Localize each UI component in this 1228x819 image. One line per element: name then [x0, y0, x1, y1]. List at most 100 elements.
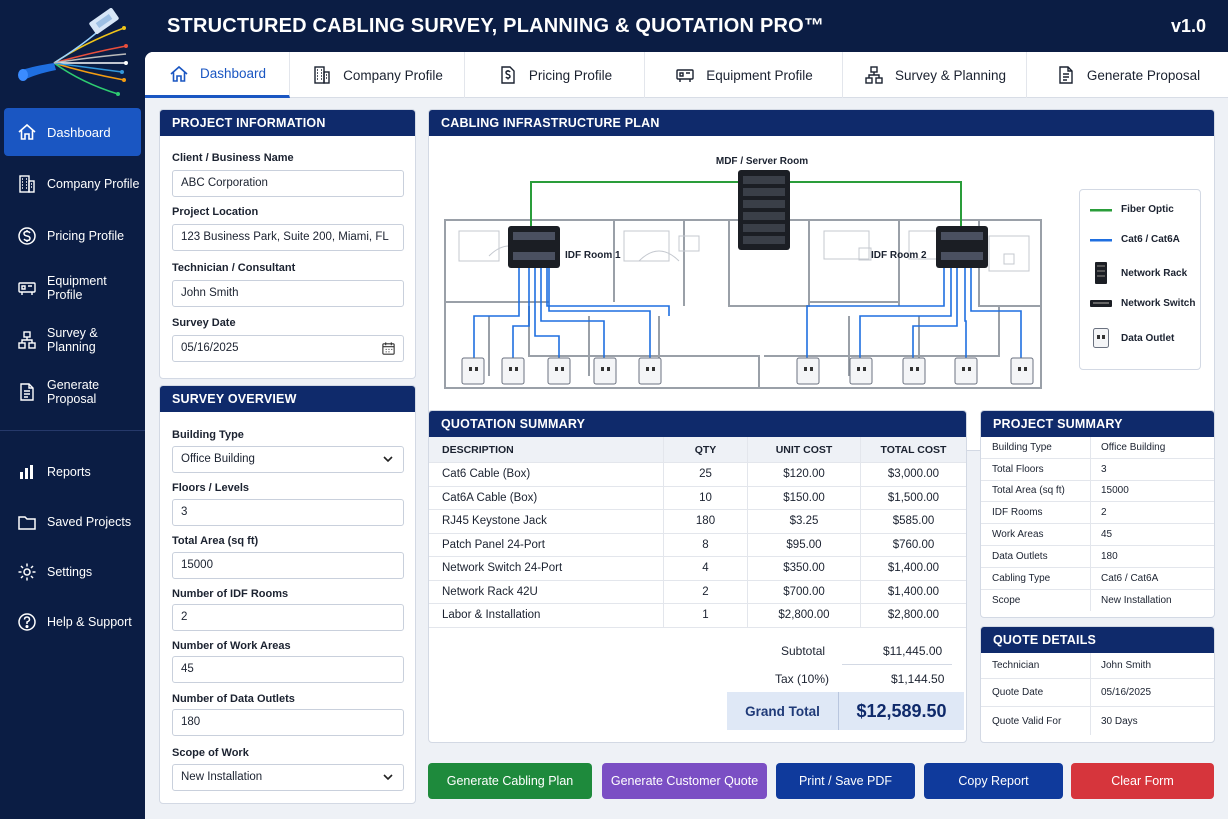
detail-value: 30 Days [1101, 715, 1138, 727]
survey-overview-panel: SURVEY OVERVIEW Building Type Office Bui… [159, 385, 416, 804]
summary-key: IDF Rooms [981, 502, 1091, 524]
generate-customer-quote-button[interactable]: Generate Customer Quote [602, 763, 767, 799]
sidebar-item-dashboard[interactable]: Dashboard [4, 108, 141, 156]
project-location-input[interactable]: 123 Business Park, Suite 200, Miami, FL [172, 224, 404, 251]
cell-description: Cat6 Cable (Box) [429, 463, 664, 486]
table-row: Labor & Installation 1 $2,800.00 $2,800.00 [429, 604, 966, 628]
sidebar-item-label: Generate Proposal [47, 378, 100, 406]
cabling-plan-panel: CABLING INFRASTRUCTURE PLAN MDF / Server… [428, 109, 1215, 451]
legend-network-rack: Network Rack [1090, 262, 1187, 284]
mdf-server-rack [738, 170, 790, 250]
technician-input[interactable]: John Smith [172, 280, 404, 307]
grand-total-value: $12,589.50 [856, 700, 947, 721]
legend-label: Network Switch [1121, 298, 1196, 309]
sidebar-item-reports[interactable]: Reports [4, 449, 141, 495]
tab-equipment-profile[interactable]: Equipment Profile [645, 52, 843, 98]
idf-rooms-label: Number of IDF Rooms [172, 588, 289, 600]
tab-label: Equipment Profile [706, 67, 813, 83]
idf-rooms-input[interactable]: 2 [172, 604, 404, 631]
sidebar-item-generate-proposal[interactable]: Generate Proposal [4, 368, 141, 416]
summary-value: Office Building [1101, 441, 1166, 453]
sidebar-item-pricing-profile[interactable]: Pricing Profile [4, 212, 141, 260]
project-summary-table: Building Type Office Building Total Floor… [981, 437, 1214, 612]
total-area-input[interactable]: 15000 [172, 552, 404, 579]
sidebar-item-help-support[interactable]: Help & Support [4, 599, 141, 645]
work-areas-input[interactable]: 45 [172, 656, 404, 683]
project-information-panel: PROJECT INFORMATION Client / Business Na… [159, 109, 416, 379]
network-cable-logo [18, 8, 128, 96]
sidebar-item-survey-planning[interactable]: Survey & Planning [4, 316, 141, 364]
tax-value: $1,144.50 [891, 672, 945, 686]
legend-fiber-optic: Fiber Optic [1090, 204, 1174, 215]
mdf-label: MDF / Server Room [716, 156, 808, 167]
cell-total-cost: $3,000.00 [887, 468, 940, 481]
sidebar-item-saved-projects[interactable]: Saved Projects [4, 499, 141, 545]
cell-unit-cost: $150.00 [748, 486, 861, 509]
grand-total-box: Grand Total $12,589.50 [727, 692, 964, 730]
home-icon [168, 63, 190, 85]
equipment-icon [674, 64, 696, 86]
sidebar-item-label: Settings [47, 565, 93, 579]
legend-data-outlet: Data Outlet [1090, 328, 1174, 348]
table-row: Total Area (sq ft) 15000 [981, 480, 1214, 503]
sidebar-item-equipment-profile[interactable]: Equipment Profile [4, 264, 141, 312]
building-type-select[interactable]: Office Building [172, 446, 404, 473]
copper-links-idf2 [806, 266, 1022, 358]
cell-total-cost: $2,800.00 [887, 609, 940, 622]
total-area-label: Total Area (sq ft) [172, 535, 259, 547]
detail-value: John Smith [1101, 660, 1152, 671]
summary-key: Total Area (sq ft) [981, 480, 1091, 502]
app-title: STRUCTURED CABLING SURVEY, PLANNING & QU… [167, 15, 825, 37]
title-bar: STRUCTURED CABLING SURVEY, PLANNING & QU… [145, 0, 1228, 52]
copy-report-button[interactable]: Copy Report [924, 763, 1063, 799]
table-row: Network Switch 24-Port 4 $350.00 $1,400.00 [429, 557, 966, 581]
quote-details-panel: QUOTE DETAILS Technician John Smith Quote… [980, 626, 1215, 743]
main-content: Dashboard Company Profile Pricing Profil… [145, 52, 1228, 819]
summary-key: Total Floors [981, 458, 1091, 480]
table-row: Network Rack 42U 2 $700.00 $1,400.00 [429, 580, 966, 604]
subtotal-divider [842, 664, 952, 665]
summary-key: Work Areas [981, 524, 1091, 545]
cell-description: Labor & Installation [429, 604, 664, 627]
calendar-icon[interactable] [381, 341, 397, 357]
table-header: DESCRIPTION QTY UNIT COST TOTAL COST [429, 437, 966, 463]
generate-cabling-plan-button[interactable]: Generate Cabling Plan [428, 763, 592, 799]
chevron-down-icon [381, 452, 397, 468]
tab-generate-proposal[interactable]: Generate Proposal [1027, 52, 1228, 98]
survey-date-label: Survey Date [172, 317, 236, 329]
summary-value: 45 [1101, 529, 1113, 541]
cell-unit-cost: $95.00 [748, 533, 861, 556]
print-save-pdf-button[interactable]: Print / Save PDF [776, 763, 915, 799]
sidebar-item-settings[interactable]: Settings [4, 549, 141, 595]
detail-key: Technician [981, 653, 1091, 678]
panel-title: PROJECT SUMMARY [981, 411, 1214, 437]
summary-value: 180 [1101, 550, 1118, 562]
cell-total-cost: $1,400.00 [887, 585, 940, 598]
building-type-value: Office Building [181, 453, 255, 465]
network-icon [863, 64, 885, 86]
clear-form-button[interactable]: Clear Form [1071, 763, 1214, 799]
idf2-label: IDF Room 2 [871, 250, 927, 261]
sidebar-item-company-profile[interactable]: Company Profile [4, 160, 141, 208]
outlet-icon [1093, 328, 1109, 348]
cell-unit-cost: $3.25 [748, 510, 861, 533]
tab-survey-planning[interactable]: Survey & Planning [843, 52, 1027, 98]
cell-description: Network Rack 42U [429, 580, 664, 603]
cell-description: Patch Panel 24-Port [429, 533, 664, 556]
client-name-input[interactable]: ABC Corporation [172, 170, 404, 197]
cell-unit-cost: $2,800.00 [748, 604, 861, 627]
data-outlets-input[interactable]: 180 [172, 709, 404, 736]
floors-input[interactable]: 3 [172, 499, 404, 526]
tab-company-profile[interactable]: Company Profile [290, 52, 465, 98]
tax-label: Tax (10%) [775, 672, 830, 686]
scope-of-work-select[interactable]: New Installation [172, 764, 404, 791]
sidebar-item-label: Pricing Profile [47, 229, 125, 243]
tab-dashboard[interactable]: Dashboard [145, 52, 290, 98]
sidebar-divider [0, 430, 145, 431]
tab-pricing-profile[interactable]: Pricing Profile [465, 52, 645, 98]
table-row: Cat6 Cable (Box) 25 $120.00 $3,000.00 [429, 463, 966, 487]
cell-unit-cost: $350.00 [748, 557, 861, 580]
help-icon [16, 611, 38, 633]
header-unit-cost: UNIT COST [748, 437, 861, 462]
survey-date-input[interactable]: 05/16/2025 [172, 335, 404, 362]
